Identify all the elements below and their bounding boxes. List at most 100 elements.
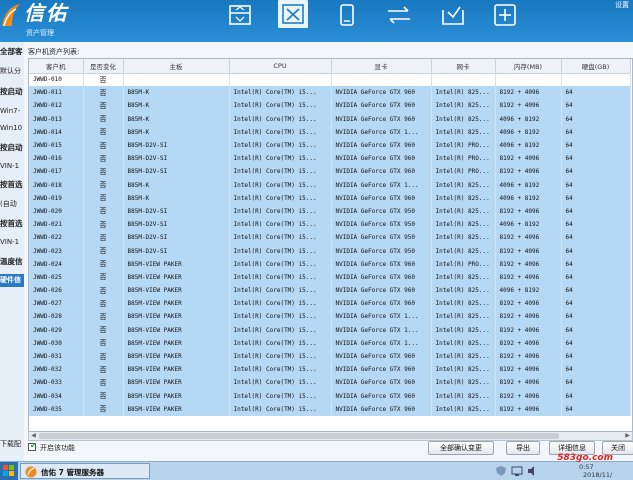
table-row[interactable]: JWWD-018 否 B85M-K Intel(R) Core(TM) i5... NV… bbox=[29, 178, 631, 192]
tray-date: 2018/11/ bbox=[583, 471, 613, 479]
export-button[interactable]: 导出 bbox=[506, 441, 540, 455]
tray-volume-icon[interactable] bbox=[527, 465, 539, 477]
sidebar-item[interactable]: 按启动 bbox=[0, 141, 24, 154]
sidebar-item[interactable]: VIN-1 bbox=[0, 236, 24, 249]
table-row[interactable]: JWWD-015 否 B85M-D2V-SI Intel(R) Core(TM) i5… bbox=[29, 138, 631, 153]
table-cell: Intel(R) 825... bbox=[431, 178, 496, 192]
sidebar-item[interactable]: 温度信 bbox=[0, 255, 24, 268]
column-header[interactable]: 是否变化 bbox=[83, 59, 124, 74]
table-cell: NVIDIA GeForce GTX 960 bbox=[331, 363, 432, 377]
table-row[interactable]: JWWD-024 否 B85M-VIEW PAKER Intel(R) Core(TM… bbox=[29, 257, 631, 271]
table-row[interactable]: JWWD-022 否 B85M-D2V-SI Intel(R) Core(TM) i5… bbox=[29, 231, 631, 245]
table-row[interactable]: JWWD-020 否 B85M-D2V-SI Intel(R) Core(TM) i5… bbox=[29, 204, 631, 219]
table-cell: Intel(R) Core(TM) i5... bbox=[229, 99, 332, 113]
table-cell: B85M-VIEW PAKER bbox=[123, 323, 230, 337]
table-row[interactable]: JWWD-019 否 B85M-K Intel(R) Core(TM) i5... NV… bbox=[29, 191, 631, 205]
table-cell: 4096 + 8192 bbox=[495, 218, 562, 232]
table-row[interactable]: JWWD-034 否 B85M-VIEW PAKER Intel(R) Core(TM… bbox=[29, 389, 631, 403]
tray-network-icon[interactable] bbox=[511, 465, 523, 477]
sidebar-item[interactable]: 按首选 bbox=[0, 178, 24, 191]
tray-shield-icon[interactable] bbox=[495, 465, 507, 477]
table-row[interactable]: JWWD-014 否 B85M-K Intel(R) Core(TM) i5... NV… bbox=[29, 125, 631, 139]
table-cell: B85M-D2V-SI bbox=[123, 165, 230, 179]
column-header[interactable]: 客户机 bbox=[29, 59, 84, 74]
table-row[interactable]: JWWD-031 否 B85M-VIEW PAKER Intel(R) Core(TM… bbox=[29, 349, 631, 364]
table-row[interactable]: JWWD-010 否 bbox=[29, 73, 631, 87]
table-row[interactable]: JWWD-030 否 B85M-VIEW PAKER Intel(R) Core(TM… bbox=[29, 336, 631, 350]
start-button[interactable] bbox=[0, 462, 18, 480]
sidebar-bottom-label[interactable]: 下载配 bbox=[0, 438, 24, 451]
table-row[interactable]: JWWD-017 否 B85M-D2V-SI Intel(R) Core(TM) i5… bbox=[29, 165, 631, 179]
table-cell: 否 bbox=[83, 349, 124, 364]
brand-name: 信佑 bbox=[24, 1, 68, 25]
phone-icon[interactable] bbox=[334, 4, 360, 26]
table-cell: Intel(R) Core(TM) i5... bbox=[229, 191, 332, 205]
column-header[interactable]: CPU bbox=[229, 59, 332, 74]
table-cell: 8192 + 4096 bbox=[495, 376, 562, 390]
table-row[interactable]: JWWD-033 否 B85M-VIEW PAKER Intel(R) Core(TM… bbox=[29, 376, 631, 390]
sidebar-item[interactable]: Win10 bbox=[0, 122, 24, 135]
table-row[interactable]: JWWD-035 否 B85M-VIEW PAKER Intel(R) Core(TM… bbox=[29, 402, 631, 416]
table-cell: 4096 + 8192 bbox=[495, 284, 562, 298]
add-icon[interactable] bbox=[492, 4, 518, 26]
column-header[interactable]: 内存(MB) bbox=[495, 59, 562, 74]
table-cell: 8192 + 4096 bbox=[495, 389, 562, 403]
table-cell: 8192 + 4096 bbox=[495, 270, 562, 284]
table-row[interactable]: JWWD-029 否 B85M-VIEW PAKER Intel(R) Core(TM… bbox=[29, 323, 631, 337]
table-cell: JWWD-030 bbox=[29, 336, 84, 350]
table-row[interactable]: JWWD-027 否 B85M-VIEW PAKER Intel(R) Core(TM… bbox=[29, 297, 631, 311]
confirm-all-changes-button[interactable]: 全部确认变更 bbox=[428, 441, 494, 455]
sidebar-item[interactable]: 硬件信 bbox=[0, 274, 24, 287]
table-cell: 4096 + 8192 bbox=[495, 191, 562, 205]
table-cell: Intel(R) 825... bbox=[431, 231, 496, 245]
column-header[interactable]: 硬盘(GB) bbox=[561, 59, 631, 74]
table-cell: JWWD-022 bbox=[29, 231, 84, 245]
tools-tab[interactable] bbox=[278, 0, 308, 28]
table-cell: B85M-K bbox=[123, 125, 230, 139]
table-cell: Intel(R) Core(TM) i5... bbox=[229, 336, 332, 350]
column-header[interactable]: 显卡 bbox=[331, 59, 432, 74]
table-cell: B85M-VIEW PAKER bbox=[123, 376, 230, 390]
table-cell: 否 bbox=[83, 204, 124, 219]
table-cell: Intel(R) Core(TM) i5... bbox=[229, 376, 332, 390]
column-header[interactable]: 网卡 bbox=[431, 59, 496, 74]
sidebar-item[interactable]: 默认分 bbox=[0, 65, 24, 78]
sidebar-item[interactable]: Win7- bbox=[0, 105, 24, 118]
table-row[interactable]: JWWD-012 否 B85M-K Intel(R) Core(TM) i5... NV… bbox=[29, 99, 631, 113]
sidebar-item[interactable]: 按首选 bbox=[0, 217, 24, 230]
table-cell: B85M-VIEW PAKER bbox=[123, 336, 230, 350]
column-header[interactable]: 主板 bbox=[123, 59, 230, 74]
table-row[interactable]: JWWD-021 否 B85M-D2V-SI Intel(R) Core(TM) i5… bbox=[29, 218, 631, 232]
table-row[interactable]: JWWD-026 否 B85M-VIEW PAKER Intel(R) Core(TM… bbox=[29, 284, 631, 298]
table-cell: JWWD-011 bbox=[29, 86, 84, 100]
table-cell: 否 bbox=[83, 363, 124, 377]
taskbar-app-button[interactable]: 信佑 7 管理服务器 bbox=[20, 463, 150, 479]
inbox-icon[interactable] bbox=[440, 4, 466, 26]
table-cell: Intel(R) PRO... bbox=[431, 152, 496, 166]
table-cell: NVIDIA GeForce GTX 960 bbox=[331, 349, 432, 364]
sidebar-item[interactable]: VIN-1 bbox=[0, 160, 24, 173]
table-row[interactable]: JWWD-016 否 B85M-D2V-SI Intel(R) Core(TM) i5… bbox=[29, 152, 631, 166]
table-cell: Intel(R) 825... bbox=[431, 363, 496, 377]
sidebar-item[interactable]: 按启动 bbox=[0, 85, 24, 98]
hardware-icon[interactable] bbox=[227, 4, 253, 26]
table-row[interactable]: JWWD-032 否 B85M-VIEW PAKER Intel(R) Core(TM… bbox=[29, 363, 631, 377]
table-cell: JWWD-013 bbox=[29, 112, 84, 126]
table-row[interactable]: JWWD-011 否 B85M-K Intel(R) Core(TM) i5... NV… bbox=[29, 86, 631, 100]
table-row[interactable]: JWWD-023 否 B85M-D2V-SI Intel(R) Core(TM) i5… bbox=[29, 244, 631, 258]
table-cell: JWWD-035 bbox=[29, 402, 84, 416]
table-cell: NVIDIA GeForce GTX 1... bbox=[331, 178, 432, 192]
table-cell: Intel(R) 825... bbox=[431, 244, 496, 258]
transfer-icon[interactable] bbox=[386, 4, 412, 26]
table-row[interactable]: JWWD-028 否 B85M-VIEW PAKER Intel(R) Core(TM… bbox=[29, 310, 631, 324]
enable-checkbox[interactable]: ✔ bbox=[28, 441, 37, 451]
table-cell: JWWD-010 bbox=[29, 73, 84, 87]
table-cell: 64 bbox=[561, 363, 631, 377]
table-cell: Intel(R) 825... bbox=[431, 86, 496, 100]
settings-link[interactable]: 设置 bbox=[615, 0, 629, 10]
table-row[interactable]: JWWD-013 否 B85M-K Intel(R) Core(TM) i5... NV… bbox=[29, 112, 631, 126]
sidebar-item[interactable]: (自动 bbox=[0, 198, 24, 211]
sidebar-item[interactable]: 全部客 bbox=[0, 45, 24, 58]
table-cell: 否 bbox=[83, 297, 124, 311]
table-row[interactable]: JWWD-025 否 B85M-VIEW PAKER Intel(R) Core(TM… bbox=[29, 270, 631, 284]
